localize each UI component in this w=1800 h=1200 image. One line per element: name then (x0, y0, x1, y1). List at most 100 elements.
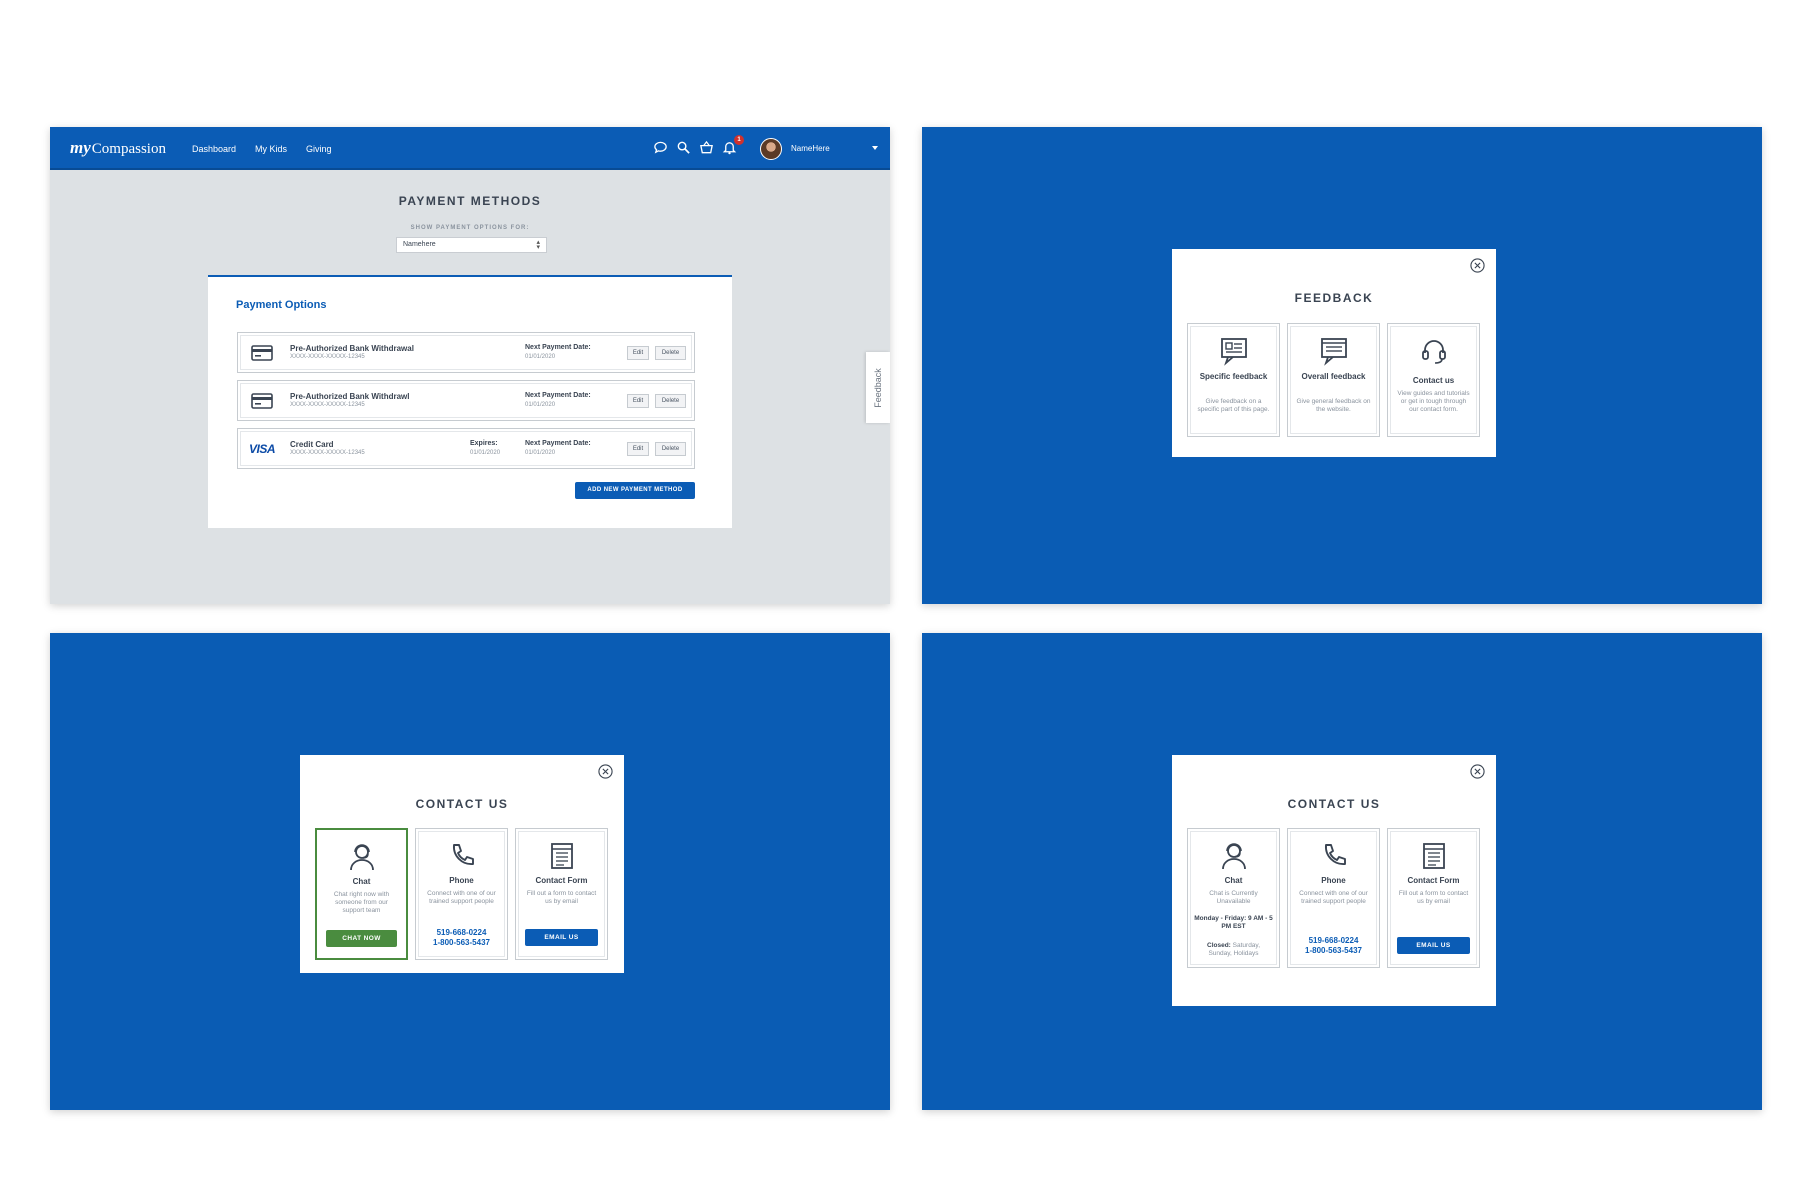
nav-link-giving[interactable]: Giving (306, 144, 332, 154)
chat-agent-icon (347, 842, 377, 872)
search-icon[interactable] (676, 140, 691, 155)
phone-icon (447, 841, 477, 871)
next-payment-label: Next Payment Date: (525, 440, 591, 447)
chat-icon[interactable] (653, 140, 668, 155)
payment-number: XXXX-XXXX-XXXXX-12345 (290, 354, 365, 360)
payment-number: XXXX-XXXX-XXXXX-12345 (290, 402, 365, 408)
payment-name: Pre-Authorized Bank Withdrawal (290, 344, 414, 353)
page-title: PAYMENT METHODS (398, 194, 542, 208)
contact-form-icon (547, 841, 577, 871)
option-title: Contact Form (535, 876, 588, 885)
option-title: Specific feedback (1199, 372, 1268, 381)
contact-us-screen-unavailable: CONTACT US Chat Chat is Currently Unavai… (922, 633, 1762, 1110)
overall-feedback-option[interactable]: Overall feedback Give general feedback o… (1287, 323, 1380, 437)
avatar[interactable] (760, 138, 782, 160)
option-title: Contact us (1412, 376, 1455, 385)
modal-title: CONTACT US (415, 797, 509, 811)
basket-icon[interactable] (699, 140, 714, 155)
option-description: Give general feedback on the website. (1296, 398, 1371, 413)
contact-us-option[interactable]: Contact us View guides and tutorials or … (1387, 323, 1480, 437)
contact-form-option[interactable]: Contact Form Fill out a form to contact … (515, 828, 608, 960)
option-title: Chat (1224, 876, 1243, 885)
card-title: Payment Options (236, 299, 327, 311)
add-payment-method-button[interactable]: ADD NEW PAYMENT METHOD (575, 482, 695, 499)
option-title: Contact Form (1407, 876, 1460, 885)
credit-card-icon (251, 393, 273, 414)
next-payment-date: 01/01/2020 (525, 450, 556, 456)
option-description: Connect with one of our trained support … (427, 890, 496, 905)
feedback-tab[interactable]: Feedback (866, 352, 890, 423)
chat-now-button[interactable]: CHAT NOW (326, 930, 397, 947)
option-title: Overall feedback (1301, 372, 1366, 381)
modal-title: FEEDBACK (1294, 291, 1374, 305)
email-us-button[interactable]: EMAIL US (1397, 937, 1470, 954)
phone-option[interactable]: Phone Connect with one of our trained su… (415, 828, 508, 960)
phone-number-local[interactable]: 519-668-0224 (420, 928, 503, 938)
edit-button[interactable]: Edit (627, 442, 649, 456)
edit-button[interactable]: Edit (627, 346, 649, 360)
bell-icon[interactable]: 1 (722, 135, 744, 155)
expires-label: Expires: (470, 440, 498, 447)
payment-options-card: Payment Options Pre-Authorized Bank With… (208, 275, 732, 528)
payment-number: XXXX-XXXX-XXXXX-12345 (290, 450, 365, 456)
close-icon[interactable] (1470, 258, 1485, 273)
nav-link-my-kids[interactable]: My Kids (255, 144, 287, 154)
nav-links: Dashboard My Kids Giving (192, 127, 332, 170)
option-description: Fill out a form to contact us by email (1398, 890, 1469, 905)
email-us-button[interactable]: EMAIL US (525, 929, 598, 946)
specific-feedback-icon (1219, 336, 1249, 366)
option-description: View guides and tutorials or get in toug… (1397, 390, 1470, 413)
person-select[interactable]: Namehere ▴ ▾ (396, 237, 547, 253)
contact-form-option[interactable]: Contact Form Fill out a form to contact … (1387, 828, 1480, 968)
next-payment-date: 01/01/2020 (525, 354, 556, 360)
feedback-modal: FEEDBACK Specific feedback Give feedback… (1172, 249, 1496, 457)
chevron-down-icon[interactable] (872, 146, 878, 150)
chat-closed-days: Closed: Saturday, Sunday, Holidays (1207, 942, 1260, 957)
phone-option[interactable]: Phone Connect with one of our trained su… (1287, 828, 1380, 968)
top-navbar: myCompassion Dashboard My Kids Giving 1 … (50, 127, 890, 170)
payment-name: Credit Card (290, 440, 334, 449)
feedback-modal-screen: FEEDBACK Specific feedback Give feedback… (922, 127, 1762, 604)
option-description: Give feedback on a specific part of this… (1197, 398, 1270, 413)
overall-feedback-icon (1319, 336, 1349, 366)
contact-us-modal: CONTACT US Chat Chat is Currently Unavai… (1172, 755, 1496, 1006)
expires-date: 01/01/2020 (470, 450, 501, 456)
username[interactable]: NameHere (791, 144, 830, 153)
notification-badge: 1 (734, 135, 744, 145)
payment-name: Pre-Authorized Bank Withdrawl (290, 392, 410, 401)
payment-row: VISA Credit Card XXXX-XXXX-XXXXX-12345 E… (237, 428, 695, 469)
next-payment-label: Next Payment Date: (525, 392, 591, 399)
phone-number-tollfree[interactable]: 1-800-563-5437 (420, 938, 503, 948)
payment-row: Pre-Authorized Bank Withdrawl XXXX-XXXX-… (237, 380, 695, 421)
option-description: Fill out a form to contact us by email (526, 890, 597, 905)
delete-button[interactable]: Delete (655, 442, 686, 456)
option-title: Phone (449, 876, 474, 885)
phone-number-tollfree[interactable]: 1-800-563-5437 (1292, 946, 1375, 956)
option-title: Chat (352, 877, 371, 886)
close-icon[interactable] (598, 764, 613, 779)
mycompassion-logo[interactable]: myCompassion (70, 138, 166, 158)
contact-us-modal: CONTACT US Chat Chat right now with some… (300, 755, 624, 973)
chat-unavailable-text: Chat is Currently Unavailable (1209, 890, 1258, 905)
delete-button[interactable]: Delete (655, 394, 686, 408)
option-description: Connect with one of our trained support … (1299, 890, 1368, 905)
select-arrows-icon: ▴ ▾ (536, 239, 540, 251)
chat-option: Chat Chat is Currently Unavailable Monda… (1187, 828, 1280, 968)
next-payment-label: Next Payment Date: (525, 344, 591, 351)
nav-icons: 1 (653, 135, 744, 155)
option-title: Phone (1321, 876, 1346, 885)
nav-link-dashboard[interactable]: Dashboard (192, 144, 236, 154)
edit-button[interactable]: Edit (627, 394, 649, 408)
phone-number-local[interactable]: 519-668-0224 (1292, 936, 1375, 946)
payment-methods-screen: myCompassion Dashboard My Kids Giving 1 … (50, 127, 890, 604)
contact-us-screen-available: CONTACT US Chat Chat right now with some… (50, 633, 890, 1110)
credit-card-icon (251, 345, 273, 366)
payment-row: Pre-Authorized Bank Withdrawal XXXX-XXXX… (237, 332, 695, 373)
specific-feedback-option[interactable]: Specific feedback Give feedback on a spe… (1187, 323, 1280, 437)
visa-icon: VISA (249, 442, 276, 456)
delete-button[interactable]: Delete (655, 346, 686, 360)
chat-option[interactable]: Chat Chat right now with someone from ou… (315, 828, 408, 960)
contact-form-icon (1419, 841, 1449, 871)
close-icon[interactable] (1470, 764, 1485, 779)
chat-hours: Monday - Friday: 9 AM - 5 PM EST (1194, 915, 1273, 930)
